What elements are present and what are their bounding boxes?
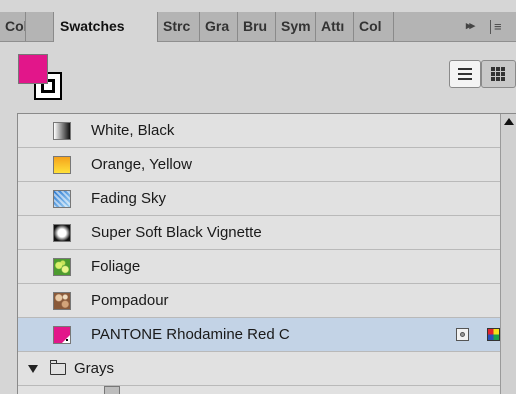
gradient-swatch-icon: [53, 156, 71, 174]
folder-icon: [49, 360, 66, 375]
tab-color[interactable]: Col: [0, 12, 26, 41]
swatch-row[interactable]: Orange, Yellow: [18, 148, 500, 182]
scroll-up-arrow-icon[interactable]: [504, 118, 514, 125]
list-view-button[interactable]: [449, 60, 481, 88]
tab-divider: [490, 20, 491, 34]
pattern-swatch-icon: [53, 258, 71, 276]
swatch-label: Orange, Yellow: [91, 156, 192, 173]
swatch-label: Foliage: [91, 258, 141, 275]
scrollbar[interactable]: [500, 114, 516, 394]
swatch-label: PANTONE Rhodamine Red C: [91, 326, 290, 343]
swatch-row[interactable]: Super Soft Black Vignette: [18, 216, 500, 250]
swatch-label: White, Black: [91, 122, 175, 139]
pattern-swatch-icon: [53, 292, 71, 310]
color-group-row[interactable]: Grays: [18, 352, 500, 386]
grid-view-button[interactable]: [481, 60, 516, 88]
swatch-row[interactable]: White, Black: [18, 114, 500, 148]
swatch-row-selected[interactable]: PANTONE Rhodamine Red C: [18, 318, 500, 352]
swatch-row[interactable]: Fading Sky: [18, 182, 500, 216]
tab-stroke[interactable]: Strc: [158, 12, 200, 41]
tab-symbols[interactable]: Sym: [276, 12, 316, 41]
partial-swatch-icon: [104, 386, 120, 394]
tab-overflow-icon[interactable]: ▸▸: [466, 12, 475, 41]
pattern-swatch-icon: [53, 190, 71, 208]
panel-menu-icon[interactable]: ≡: [494, 12, 502, 41]
color-group-label: Grays: [74, 360, 115, 377]
gradient-swatch-icon: [53, 224, 71, 242]
swatch-label: Super Soft Black Vignette: [91, 224, 262, 241]
swatches-panel: Col Swatches Strc Gra Bru Sym Attı Col ▸…: [0, 0, 516, 394]
swatch-label: Fading Sky: [91, 190, 167, 207]
tab-gradient[interactable]: Gra: [200, 12, 238, 41]
disclosure-triangle-icon[interactable]: [28, 365, 38, 373]
grid-view-icon: [491, 67, 506, 82]
tab-attributes[interactable]: Attı: [316, 12, 354, 41]
tab-brushes[interactable]: Bru: [238, 12, 276, 41]
cmyk-mode-icon: [487, 328, 500, 341]
gradient-swatch-icon: [53, 122, 71, 140]
swatch-row[interactable]: Foliage: [18, 250, 500, 284]
spot-color-icon: [456, 328, 469, 341]
fill-stroke-control[interactable]: [18, 54, 68, 104]
fill-swatch[interactable]: [18, 54, 48, 84]
swatch-list: White, Black Orange, Yellow Fading Sky S…: [17, 113, 516, 394]
swatch-row[interactable]: Pompadour: [18, 284, 500, 318]
swatch-label: Pompadour: [91, 292, 169, 309]
list-view-icon: [458, 68, 472, 80]
spot-color-swatch-icon: [53, 326, 71, 344]
panel-tab-bar: Col Swatches Strc Gra Bru Sym Attı Col ▸…: [0, 12, 516, 42]
tab-color-guide[interactable]: Col: [354, 12, 394, 41]
tab-swatches[interactable]: Swatches: [53, 12, 158, 42]
